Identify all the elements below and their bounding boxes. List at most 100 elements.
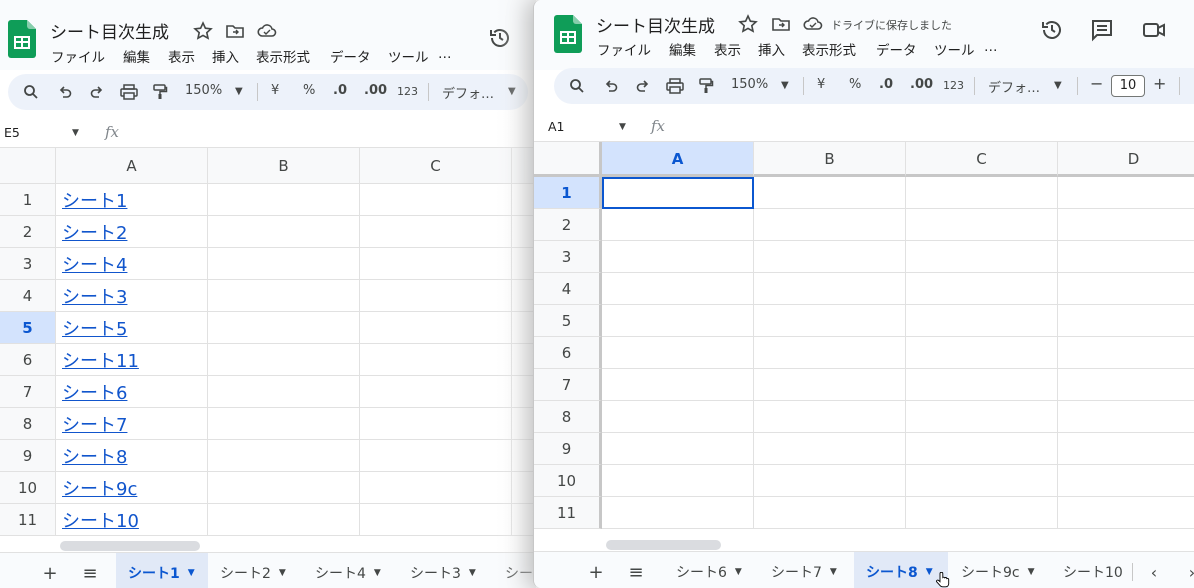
menu-view[interactable]: 表示 <box>714 39 741 59</box>
menu-format[interactable]: 表示形式 <box>802 39 856 59</box>
zoom-dropdown-icon[interactable]: ▼ <box>235 86 243 97</box>
cell[interactable] <box>906 177 1058 209</box>
undo-icon[interactable] <box>54 81 76 103</box>
right-grid[interactable]: A B C D 1 2 3 4 5 6 7 8 9 10 11 <box>534 142 1194 535</box>
sheet-link[interactable]: シート10 <box>56 511 139 532</box>
name-box-dropdown-icon[interactable]: ▼ <box>619 122 626 132</box>
cell[interactable] <box>754 433 906 465</box>
sheet-tab-6[interactable]: シート6 ▼ <box>676 552 742 588</box>
menu-data[interactable]: データ <box>876 39 917 59</box>
menu-format[interactable]: 表示形式 <box>256 46 310 66</box>
document-title[interactable]: シート目次生成 <box>596 12 715 37</box>
currency-button[interactable]: ¥ <box>271 83 279 98</box>
font-dropdown-icon[interactable]: ▼ <box>508 86 516 97</box>
save-status[interactable]: ドライブに保存しました <box>831 17 952 33</box>
history-icon[interactable] <box>488 26 512 50</box>
menu-more[interactable]: … <box>984 39 998 55</box>
cell[interactable]: シート6 <box>56 376 208 408</box>
cell[interactable] <box>906 465 1058 497</box>
cell[interactable] <box>754 177 906 209</box>
sheet-tab-8[interactable]: シート8 ▼ <box>854 552 948 588</box>
cell[interactable] <box>602 497 754 529</box>
sheet-link[interactable]: シート3 <box>56 287 127 308</box>
cell[interactable]: シート2 <box>56 216 208 248</box>
font-size-decrease-button[interactable]: − <box>1090 74 1103 93</box>
cloud-icon[interactable] <box>803 14 823 34</box>
zoom-select[interactable]: 150% <box>731 77 768 92</box>
cell[interactable] <box>754 401 906 433</box>
currency-button[interactable]: ¥ <box>817 77 825 92</box>
percent-button[interactable]: % <box>303 83 315 98</box>
menu-edit[interactable]: 編集 <box>123 46 150 66</box>
star-icon[interactable] <box>193 21 213 41</box>
cell[interactable] <box>754 241 906 273</box>
cell[interactable] <box>602 241 754 273</box>
tab-dropdown-icon[interactable]: ▼ <box>374 568 381 578</box>
cell[interactable] <box>906 273 1058 305</box>
star-icon[interactable] <box>738 14 758 34</box>
active-cell[interactable] <box>602 177 754 209</box>
tab-dropdown-icon[interactable]: ▼ <box>1028 567 1035 577</box>
cell[interactable] <box>360 248 512 280</box>
move-folder-icon[interactable] <box>771 14 791 34</box>
cell[interactable] <box>754 369 906 401</box>
cell[interactable] <box>208 504 360 536</box>
menu-file[interactable]: ファイル <box>51 46 105 66</box>
cell[interactable] <box>1058 337 1194 369</box>
sheet-link[interactable]: シート11 <box>56 351 139 372</box>
sheet-link[interactable]: シート9c <box>56 479 137 500</box>
row-header[interactable]: 6 <box>534 337 602 369</box>
paint-format-icon[interactable] <box>149 81 171 103</box>
row-header[interactable]: 2 <box>534 209 602 241</box>
row-header[interactable]: 8 <box>534 401 602 433</box>
tab-dropdown-icon[interactable]: ▼ <box>469 568 476 578</box>
number-format-button[interactable]: 123 <box>397 85 418 98</box>
menu-file[interactable]: ファイル <box>597 39 651 59</box>
row-header[interactable]: 11 <box>0 504 56 536</box>
row-header[interactable]: 8 <box>0 408 56 440</box>
add-sheet-icon[interactable]: + <box>586 562 606 583</box>
cell[interactable] <box>754 465 906 497</box>
cell[interactable] <box>360 472 512 504</box>
font-select[interactable]: デフォ… <box>988 77 1040 96</box>
menu-insert[interactable]: 挿入 <box>212 46 239 66</box>
font-size-increase-button[interactable]: + <box>1153 74 1166 93</box>
cell[interactable]: シート5 <box>56 312 208 344</box>
sheet-tab-2[interactable]: シート2 ▼ <box>220 553 286 588</box>
sheet-tab-9c[interactable]: シート9c ▼ <box>961 552 1035 588</box>
row-header[interactable]: 1 <box>534 177 602 209</box>
cell[interactable] <box>602 337 754 369</box>
cell[interactable] <box>360 280 512 312</box>
sheet-link[interactable]: シート5 <box>56 319 127 340</box>
cell[interactable]: シート10 <box>56 504 208 536</box>
cell[interactable] <box>906 433 1058 465</box>
sheets-logo-icon[interactable] <box>554 15 582 53</box>
tab-dropdown-icon[interactable]: ▼ <box>735 567 742 577</box>
redo-icon[interactable] <box>632 75 654 97</box>
cell[interactable] <box>360 184 512 216</box>
tab-dropdown-icon[interactable]: ▼ <box>830 567 837 577</box>
cell[interactable] <box>754 497 906 529</box>
cell[interactable] <box>360 344 512 376</box>
column-header[interactable]: C <box>360 148 512 184</box>
cell[interactable] <box>906 369 1058 401</box>
sheet-link[interactable]: シート2 <box>56 223 127 244</box>
print-icon[interactable] <box>118 81 140 103</box>
column-header[interactable]: A <box>602 142 754 177</box>
cell[interactable] <box>1058 369 1194 401</box>
cell[interactable] <box>1058 177 1194 209</box>
zoom-dropdown-icon[interactable]: ▼ <box>781 80 789 91</box>
cell[interactable] <box>208 280 360 312</box>
sheet-tab-4[interactable]: シート4 ▼ <box>315 553 381 588</box>
menu-insert[interactable]: 挿入 <box>758 39 785 59</box>
row-header[interactable]: 7 <box>0 376 56 408</box>
cell[interactable] <box>906 305 1058 337</box>
add-sheet-icon[interactable]: + <box>40 563 60 584</box>
cell[interactable] <box>602 369 754 401</box>
row-header[interactable]: 10 <box>0 472 56 504</box>
cell[interactable] <box>208 376 360 408</box>
cell[interactable] <box>602 465 754 497</box>
cell[interactable] <box>360 376 512 408</box>
horizontal-scrollbar[interactable] <box>606 540 721 550</box>
sheet-tab-3[interactable]: シート3 ▼ <box>410 553 476 588</box>
